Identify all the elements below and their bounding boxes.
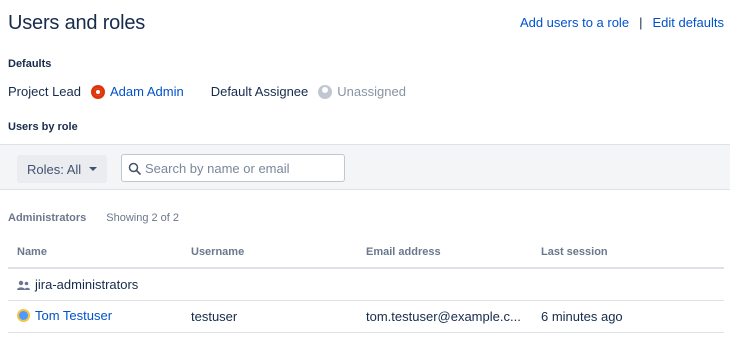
default-assignee-value: Unassigned	[337, 84, 406, 99]
add-users-to-role-link[interactable]: Add users to a role	[520, 15, 629, 30]
search-box[interactable]	[121, 154, 345, 182]
email-text: tom.testuser@example.c...	[366, 309, 521, 325]
email-cell: tom.testuser@example.c...	[357, 300, 532, 333]
defaults-section-label: Defaults	[8, 58, 52, 70]
username-cell: testuser	[182, 300, 357, 333]
group-icon	[17, 280, 30, 290]
column-header-last-session: Last session	[532, 236, 724, 269]
header-actions: Add users to a role | Edit defaults	[520, 15, 724, 30]
group-name: jira-administrators	[35, 276, 139, 292]
project-lead-avatar	[91, 84, 105, 99]
roles-filter-label: Roles: All	[27, 161, 82, 177]
table-header-row: Name Username Email address Last session	[8, 236, 724, 269]
filter-toolbar: Roles: All	[0, 144, 730, 190]
table-row: jira-administrators	[8, 268, 724, 301]
roles-filter-dropdown[interactable]: Roles: All	[17, 155, 108, 183]
user-name: Tom Testuser	[35, 307, 113, 323]
column-header-email: Email address	[357, 236, 532, 269]
role-group-count: Showing 2 of 2	[106, 212, 180, 224]
search-input[interactable]	[145, 160, 335, 176]
header-separator: |	[639, 15, 643, 30]
users-by-role-label: Users by role	[8, 121, 78, 133]
user-link[interactable]: Tom Testuser	[17, 308, 112, 323]
user-name-cell: Tom Testuser	[8, 300, 182, 333]
project-lead-link[interactable]: Adam Admin	[110, 84, 184, 99]
username-cell	[182, 268, 357, 301]
unassigned-avatar-icon	[318, 84, 333, 99]
email-cell	[357, 268, 532, 301]
project-lead-label: Project Lead	[8, 84, 81, 99]
edit-defaults-link[interactable]: Edit defaults	[652, 15, 724, 30]
user-avatar	[17, 308, 30, 322]
last-session-cell: 6 minutes ago	[532, 300, 724, 333]
role-members-table: Name Username Email address Last session…	[8, 236, 724, 333]
column-header-username: Username	[182, 236, 357, 269]
last-session-cell	[532, 268, 724, 301]
default-assignee-label: Default Assignee	[210, 84, 309, 99]
role-group-title: Administrators	[8, 212, 87, 224]
page-title: Users and roles	[8, 12, 146, 34]
chevron-down-icon	[89, 167, 98, 171]
role-group-header: Administrators Showing 2 of 2	[8, 212, 179, 224]
column-header-name: Name	[8, 236, 182, 269]
defaults-row: Project Lead Adam Admin Default Assignee…	[8, 84, 406, 99]
search-icon	[128, 162, 141, 175]
group-name-cell: jira-administrators	[8, 268, 182, 301]
table-row: Tom Testuser testuser tom.testuser@examp…	[8, 300, 724, 333]
